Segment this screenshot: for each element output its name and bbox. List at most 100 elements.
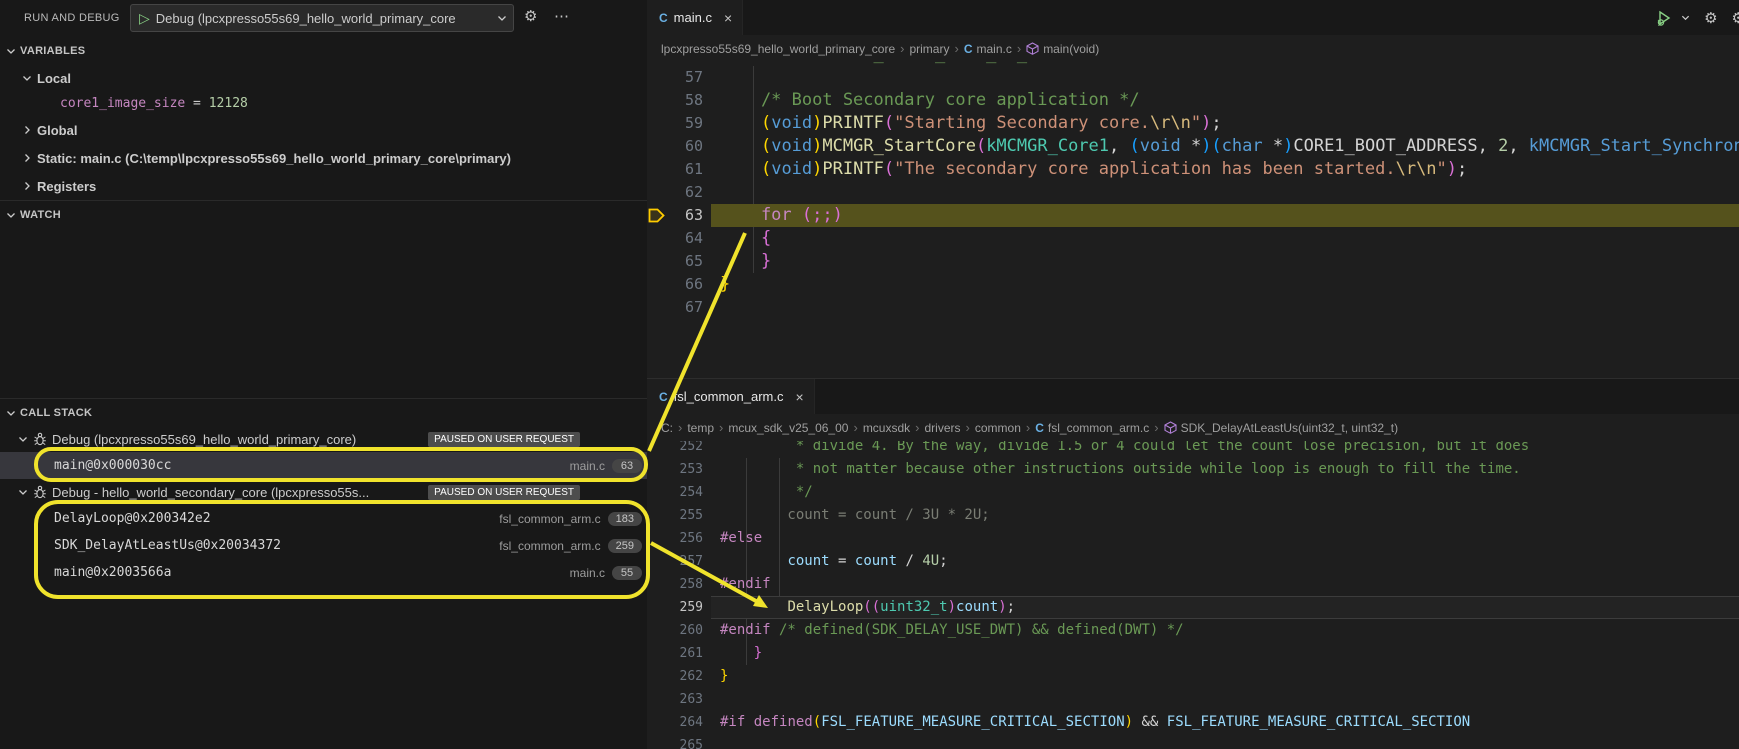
breadcrumb-separator: › (1026, 420, 1030, 435)
code-line[interactable]: 65 } (647, 250, 1739, 273)
code-text: (void)PRINTF("The secondary core applica… (711, 158, 1739, 181)
code-line[interactable]: 67 (647, 296, 1739, 319)
breadcrumb-item[interactable]: SDK_DelayAtLeastUs(uint32_t, uint32_t) (1164, 421, 1398, 435)
code-line[interactable]: 62 (647, 181, 1739, 204)
code-line[interactable]: 63 for (;;) (647, 204, 1739, 227)
code-line[interactable]: 64 { (647, 227, 1739, 250)
variables-scope-registers[interactable]: Registers (0, 174, 647, 198)
frame-function: DelayLoop@0x200342e2 (54, 511, 211, 526)
code-text: #endif (711, 573, 1739, 596)
call-stack-frame[interactable]: SDK_DelayAtLeastUs@0x20034372fsl_common_… (0, 532, 647, 559)
glyph-margin (647, 135, 665, 158)
frame-file: fsl_common_arm.c (499, 512, 600, 526)
call-stack-session[interactable]: Debug - hello_world_secondary_core (lpcx… (0, 479, 647, 505)
code-line[interactable]: 253 * not matter because other instructi… (647, 458, 1739, 481)
code-line[interactable]: 264#if defined(FSL_FEATURE_MEASURE_CRITI… (647, 711, 1739, 734)
variables-scope-static[interactable]: Static: main.c (C:\temp\lpcxpresso55s69_… (0, 146, 647, 170)
code-line[interactable]: 261 } (647, 642, 1739, 665)
tab-main-c[interactable]: C main.c × (647, 0, 743, 35)
breadcrumb-item[interactable]: temp (687, 421, 714, 435)
tab-bar: C main.c × ⚙ ⚙ (647, 0, 1739, 35)
breadcrumb-separator: › (678, 420, 682, 435)
variables-section-header[interactable]: VARIABLES (0, 40, 647, 62)
line-number: 262 (665, 665, 711, 688)
breadcrumb-item[interactable]: Cfsl_common_arm.c (1035, 421, 1149, 435)
code-line[interactable]: 260#endif /* defined(SDK_DELAY_USE_DWT) … (647, 619, 1739, 642)
code-line[interactable]: 262} (647, 665, 1739, 688)
chevron-right-icon (22, 153, 32, 163)
breadcrumb-item[interactable]: common (975, 421, 1021, 435)
code-line[interactable]: 254 */ (647, 481, 1739, 504)
breadcrumb-item[interactable]: lpcxpresso55s69_hello_world_primary_core (661, 42, 895, 56)
more-actions-icon[interactable]: ⋯ (554, 7, 569, 25)
glyph-margin (647, 227, 665, 250)
split-editor-icon[interactable]: ⚙ (1732, 9, 1739, 27)
code-line[interactable]: 258#endif (647, 573, 1739, 596)
breadcrumb-item[interactable]: Cmain.c (964, 42, 1012, 56)
code-line[interactable]: 263 (647, 688, 1739, 711)
code-line[interactable]: 256#else (647, 527, 1739, 550)
line-number: 66 (665, 273, 711, 296)
code-line[interactable]: 61 (void)PRINTF("The secondary core appl… (647, 158, 1739, 181)
code-area-main-c: 56#endif /* CORE1_IMAGE_COPY_TO_RAM */57… (647, 43, 1739, 319)
breadcrumb-item[interactable]: drivers (925, 421, 961, 435)
call-stack-session[interactable]: Debug (lpcxpresso55s69_hello_world_prima… (0, 426, 647, 452)
code-line[interactable]: 255 count = count / 3U * 2U; (647, 504, 1739, 527)
breadcrumb-label: C: (661, 421, 673, 435)
tab-fsl-common-arm-c[interactable]: C fsl_common_arm.c × (647, 379, 815, 414)
breadcrumb-label: mcux_sdk_v25_06_00 (728, 421, 848, 435)
gear-icon[interactable]: ⚙ (1704, 9, 1717, 27)
breadcrumb-item[interactable]: mcux_sdk_v25_06_00 (728, 421, 848, 435)
glyph-margin (647, 596, 665, 619)
breadcrumb-item[interactable]: C: (661, 421, 673, 435)
code-line[interactable]: 57 (647, 66, 1739, 89)
code-line[interactable]: 60 (void)MCMGR_StartCore(kMCMGR_Core1, (… (647, 135, 1739, 158)
line-number: 254 (665, 481, 711, 504)
breadcrumb-item[interactable]: main(void) (1026, 42, 1099, 56)
session-label: Debug (lpcxpresso55s69_hello_world_prima… (52, 432, 356, 447)
chevron-down-icon (18, 487, 28, 497)
code-text: } (711, 250, 1739, 273)
paused-badge: PAUSED ON USER REQUEST (428, 432, 580, 447)
debug-current-line-icon[interactable] (647, 204, 665, 227)
glyph-margin (647, 573, 665, 596)
breadcrumb-label: mcuxsdk (863, 421, 910, 435)
code-text (711, 296, 1739, 319)
glyph-margin (647, 550, 665, 573)
call-stack-frame[interactable]: main@0x000030ccmain.c63 (0, 452, 647, 479)
code-line[interactable]: 265 (647, 734, 1739, 749)
breadcrumb[interactable]: C: › temp › mcux_sdk_v25_06_00 › mcuxsdk › drive… (647, 414, 1739, 441)
code-line[interactable]: 58 /* Boot Secondary core application */ (647, 89, 1739, 112)
code-line[interactable]: 59 (void)PRINTF("Starting Secondary core… (647, 112, 1739, 135)
call-stack-frame[interactable]: DelayLoop@0x200342e2fsl_common_arm.c183 (0, 505, 647, 532)
run-or-debug-icon[interactable] (1656, 9, 1690, 27)
call-stack-list: Debug (lpcxpresso55s69_hello_world_prima… (0, 426, 647, 586)
variable-core1-image-size[interactable]: core1_image_size = 12128 (60, 92, 640, 114)
gear-icon[interactable]: ⚙ (524, 7, 537, 25)
call-stack-frame[interactable]: main@0x2003566amain.c55 (0, 559, 647, 586)
code-text: #endif /* defined(SDK_DELAY_USE_DWT) && … (711, 619, 1739, 642)
variables-scope-global[interactable]: Global (0, 118, 647, 142)
breadcrumb-item[interactable]: primary (909, 42, 949, 56)
glyph-margin (647, 665, 665, 688)
breadcrumb-label: fsl_common_arm.c (1048, 421, 1149, 435)
close-icon[interactable]: × (795, 389, 803, 405)
start-debug-icon[interactable]: ▷ (131, 10, 156, 27)
breadcrumb-separator: › (1154, 420, 1158, 435)
call-stack-section-header[interactable]: CALL STACK (0, 402, 647, 424)
line-number: 62 (665, 181, 711, 204)
breadcrumb[interactable]: lpcxpresso55s69_hello_world_primary_core… (647, 35, 1739, 62)
breadcrumb-label: primary (909, 42, 949, 56)
debug-session-icon (33, 485, 47, 499)
variables-scope-local[interactable]: Local (0, 66, 647, 90)
close-icon[interactable]: × (724, 10, 732, 26)
breadcrumb-label: main(void) (1043, 42, 1099, 56)
debug-config-dropdown[interactable]: ▷ Debug (lpcxpresso55s69_hello_world_pri… (130, 4, 514, 32)
code-line[interactable]: 259 DelayLoop((uint32_t)count); (647, 596, 1739, 619)
code-line[interactable]: 257 count = count / 4U; (647, 550, 1739, 573)
code-text (711, 66, 1739, 89)
breadcrumb-item[interactable]: mcuxsdk (863, 421, 910, 435)
watch-section-header[interactable]: WATCH (0, 204, 647, 226)
breadcrumb-separator: › (853, 420, 857, 435)
code-line[interactable]: 66} (647, 273, 1739, 296)
